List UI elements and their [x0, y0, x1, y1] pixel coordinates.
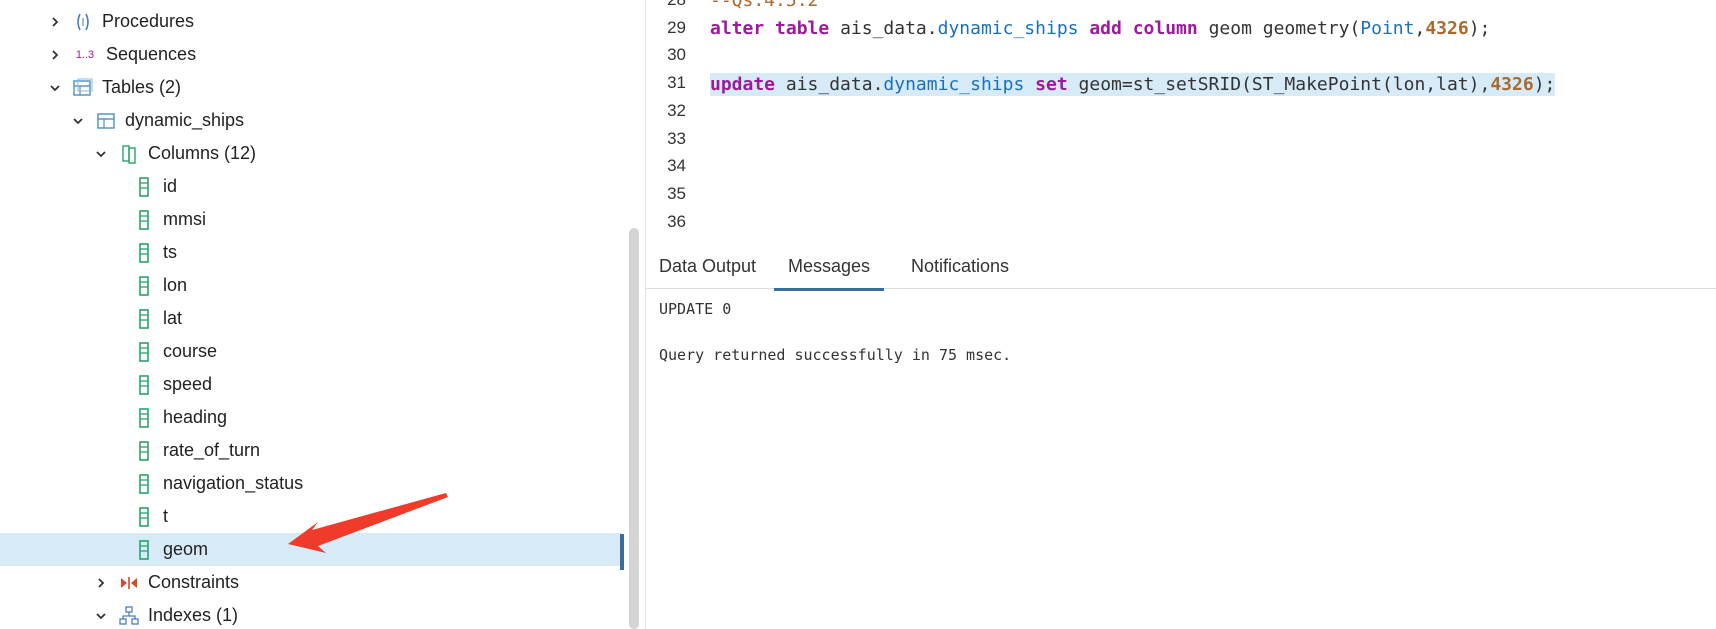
tree-label: Constraints [148, 572, 240, 592]
code-line: 32 [646, 97, 1716, 125]
tab-data-output[interactable]: Data Output [659, 244, 756, 288]
column-icon [133, 176, 155, 198]
tree-column-navigation-status[interactable]: navigation_status [0, 467, 624, 500]
tree-label: course [163, 341, 218, 361]
tab-notifications[interactable]: Notifications [911, 244, 1009, 288]
tree-column-heading[interactable]: heading [0, 401, 624, 434]
tree-label: heading [163, 407, 228, 427]
column-icon [133, 506, 155, 528]
line-number: 33 [667, 129, 686, 148]
columns-icon [118, 143, 140, 165]
indexes-icon [118, 605, 140, 627]
tree-label: dynamic_ships [125, 110, 245, 130]
tree-column-lon[interactable]: lon [0, 269, 624, 302]
tree-label: speed [163, 374, 213, 394]
line-number: 31 [667, 73, 686, 92]
tree-label: Indexes (1) [148, 605, 239, 625]
column-icon [133, 308, 155, 330]
tree-node-indexes[interactable]: Indexes (1) [0, 599, 624, 629]
tree-column-geom[interactable]: geom [0, 533, 622, 566]
tree-column-course[interactable]: course [0, 335, 624, 368]
tree-label: geom [163, 539, 209, 559]
tree-label: navigation_status [163, 473, 304, 493]
chevron-right-icon[interactable] [48, 48, 62, 62]
tree-node-procedures[interactable]: Procedures [0, 5, 624, 38]
chevron-down-icon[interactable] [48, 81, 62, 95]
column-icon [133, 539, 155, 561]
tree-column-ts[interactable]: ts [0, 236, 624, 269]
tree-label: Tables (2) [102, 77, 182, 97]
tree-node-tables[interactable]: Tables (2) [0, 71, 624, 104]
code-text: alter table ais_data.dynamic_ships add c… [710, 18, 1491, 39]
tree-column-speed[interactable]: speed [0, 368, 624, 401]
code-line: 33 [646, 125, 1716, 153]
chevron-right-icon[interactable] [48, 15, 62, 29]
selection-indicator [620, 534, 624, 570]
result-tabs: Data Output Messages Notifications [646, 244, 1716, 291]
table-icon [95, 110, 117, 132]
code-text: --Qs.4.5.2 [710, 0, 819, 11]
tree-label: lat [163, 308, 183, 328]
code-line: 29 alter table ais_data.dynamic_ships add… [646, 14, 1716, 42]
line-number: 36 [667, 212, 686, 231]
tree-column-id[interactable]: id [0, 170, 624, 203]
tree-column-mmsi[interactable]: mmsi [0, 203, 624, 236]
column-icon [133, 374, 155, 396]
tree-label: Columns (12) [148, 143, 257, 163]
message-line: Query returned successfully in 75 msec. [659, 346, 1012, 364]
line-number: 32 [667, 101, 686, 120]
chevron-down-icon[interactable] [94, 609, 108, 623]
tree-column-t[interactable]: t [0, 500, 624, 533]
chevron-down-icon[interactable] [94, 147, 108, 161]
tree-label: mmsi [163, 209, 206, 229]
column-icon [133, 407, 155, 429]
line-number: 34 [667, 156, 686, 175]
column-icon [133, 242, 155, 264]
messages-panel: UPDATE 0 Query returned successfully in … [646, 289, 1716, 629]
code-line: 35 [646, 180, 1716, 208]
code-line: 30 [646, 41, 1716, 69]
constraints-icon [118, 572, 140, 594]
column-icon [133, 341, 155, 363]
tree-node-columns[interactable]: Columns (12) [0, 137, 624, 170]
tree-label: ts [163, 242, 178, 262]
tree-column-lat[interactable]: lat [0, 302, 624, 335]
object-explorer-tree: Procedures 1..3 Sequences Tables (2) dyn… [0, 0, 624, 629]
tree-node-dynamic-ships[interactable]: dynamic_ships [0, 104, 624, 137]
message-line: UPDATE 0 [659, 300, 732, 318]
code-line: 28 --Qs.4.5.2 [646, 0, 1716, 14]
query-editor[interactable]: 28 --Qs.4.5.2 29 alter table ais_data.dynam… [646, 0, 1716, 244]
column-icon [133, 209, 155, 231]
column-icon [133, 275, 155, 297]
column-icon [133, 473, 155, 495]
code-line: 31 update ais_data.dynamic_ships set geom… [646, 69, 1716, 97]
line-number: 30 [667, 45, 686, 64]
tree-label: Procedures [102, 11, 195, 31]
chevron-right-icon[interactable] [94, 576, 108, 590]
tree-label: Sequences [106, 44, 197, 64]
line-number: 28 [646, 0, 686, 10]
tree-label: t [163, 506, 169, 526]
chevron-down-icon[interactable] [71, 114, 85, 128]
tree-node-sequences[interactable]: 1..3 Sequences [0, 38, 624, 71]
code-text: update ais_data.dynamic_ships set geom=s… [710, 73, 1556, 96]
sequences-icon: 1..3 [75, 48, 95, 61]
code-line: 36 [646, 208, 1716, 236]
tree-scrollbar[interactable] [629, 228, 639, 629]
line-number: 29 [667, 18, 686, 37]
tree-label: rate_of_turn [163, 440, 261, 460]
tree-label: lon [163, 275, 188, 295]
tab-messages[interactable]: Messages [774, 244, 885, 291]
line-number: 35 [667, 184, 686, 203]
tree-column-rate-of-turn[interactable]: rate_of_turn [0, 434, 624, 467]
code-line: 34 [646, 152, 1716, 180]
column-icon [133, 440, 155, 462]
tree-label: id [163, 176, 178, 196]
tables-icon [72, 77, 94, 99]
tree-node-constraints[interactable]: Constraints [0, 566, 624, 599]
procedures-icon [72, 11, 94, 33]
